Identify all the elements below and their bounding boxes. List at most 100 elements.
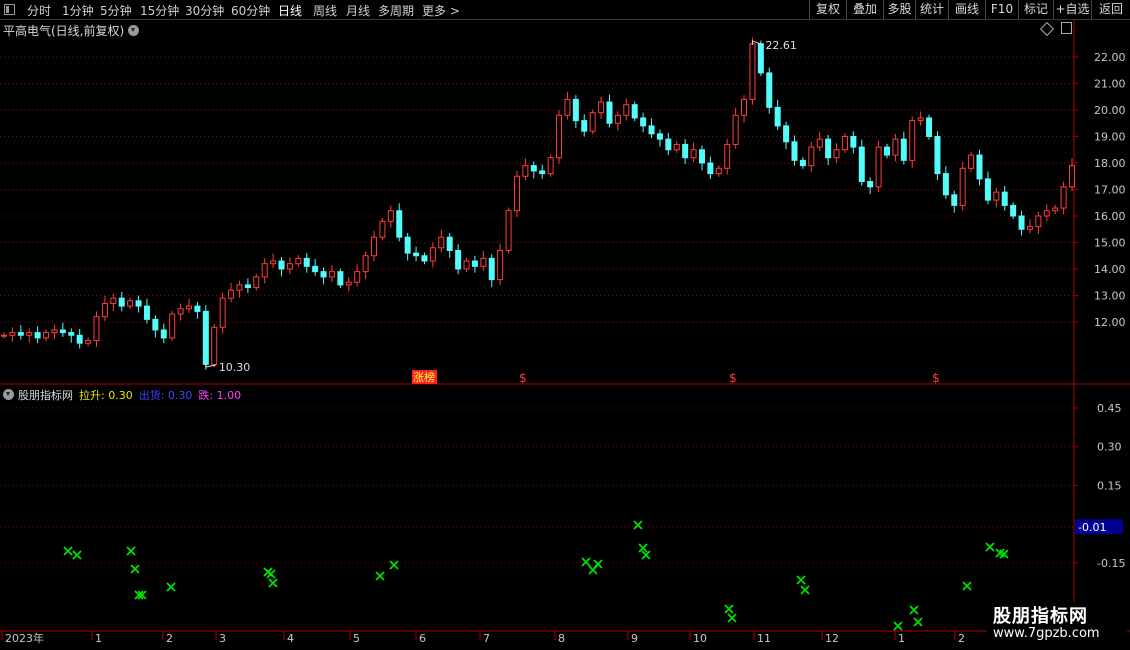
candle-body xyxy=(656,133,663,140)
price-tick-label: 22.00 xyxy=(1094,51,1126,64)
candle-body xyxy=(177,308,184,315)
candle-body xyxy=(799,159,806,167)
back-button[interactable]: 返回 xyxy=(1091,0,1130,19)
candle-body xyxy=(993,191,1000,201)
price-tick-label: 21.00 xyxy=(1094,78,1126,91)
time-tick-label: 1 xyxy=(898,632,905,645)
low-price-label: 10.30 xyxy=(219,361,251,374)
add-watchlist-button[interactable]: +自选 xyxy=(1053,0,1091,19)
chevron-down-icon[interactable] xyxy=(128,25,140,36)
candle-body xyxy=(354,271,361,283)
candle-body xyxy=(93,316,100,342)
candle-body xyxy=(1,334,7,337)
period-tab-5min[interactable]: 5分钟 xyxy=(100,2,132,19)
candle-body xyxy=(841,136,848,151)
candle-body xyxy=(564,98,571,116)
candle-body xyxy=(219,297,226,328)
candle-body xyxy=(429,247,436,262)
f10-button[interactable]: F10 xyxy=(985,0,1018,19)
candle-body xyxy=(505,210,512,251)
candle-body xyxy=(589,112,596,132)
overlay-button[interactable]: 叠加 xyxy=(846,0,883,19)
candle-body xyxy=(455,249,462,270)
signal-cross-mark xyxy=(727,613,737,623)
draw-line-button[interactable]: 画线 xyxy=(948,0,985,19)
price-tick-label: 13.00 xyxy=(1094,290,1126,303)
restore-rights-button[interactable]: 复权 xyxy=(809,0,846,19)
candle-body xyxy=(968,154,975,169)
time-tick-label: 4 xyxy=(287,632,294,645)
chart-canvas[interactable]: 22.00 21.00 20.00 19.00 18.00 17.00 16.00 15.00… xyxy=(0,20,1130,650)
period-tab-30min[interactable]: 30分钟 xyxy=(185,2,224,19)
candle-body xyxy=(1069,165,1075,188)
candle-body xyxy=(976,154,983,180)
candle-body xyxy=(85,340,92,344)
time-tick-label: 1 xyxy=(95,632,102,645)
candle-body xyxy=(892,138,899,156)
time-tick-label: 12 xyxy=(825,632,839,645)
candle-body xyxy=(757,43,764,74)
candle-body xyxy=(379,220,386,238)
candle-body xyxy=(26,332,33,336)
signal-cross-mark xyxy=(63,546,73,556)
signal-cross-mark xyxy=(166,582,176,592)
panel-toggle-icon[interactable] xyxy=(4,4,15,15)
layout-toggle-icon[interactable] xyxy=(1061,22,1072,34)
candle-body xyxy=(934,136,941,175)
candle-body xyxy=(984,178,991,201)
candle-body xyxy=(261,263,268,278)
candle-body xyxy=(76,334,83,344)
time-tick-label: 8 xyxy=(558,632,565,645)
candle-body xyxy=(194,305,201,312)
indicator-tick-label: -0.15 xyxy=(1097,557,1125,570)
candle-body xyxy=(471,260,478,267)
watermark-title: 股朋指标网 xyxy=(993,606,1088,627)
candle-body xyxy=(160,329,167,339)
price-tick-label: 14.00 xyxy=(1094,263,1126,276)
candle-body xyxy=(253,276,260,289)
signal-cross-mark xyxy=(909,605,919,615)
chevron-down-icon[interactable] xyxy=(3,389,14,400)
mark-button[interactable]: 标记 xyxy=(1018,0,1053,19)
candle-body xyxy=(766,72,773,108)
period-tab-multi[interactable]: 多周期 xyxy=(378,2,414,19)
high-price-label: 22.61 xyxy=(765,39,797,52)
candle-body xyxy=(648,125,655,135)
period-tab-weekly[interactable]: 周线 xyxy=(313,2,337,19)
statistics-button[interactable]: 统计 xyxy=(915,0,948,19)
period-tab-60min[interactable]: 60分钟 xyxy=(231,2,270,19)
candle-body xyxy=(9,332,16,336)
signal-s-marker: $ xyxy=(932,371,940,385)
candle-body xyxy=(875,146,882,188)
price-tick-label: 12.00 xyxy=(1094,316,1126,329)
period-tab-monthly[interactable]: 月线 xyxy=(346,2,370,19)
candle-body xyxy=(362,255,369,273)
signal-cross-mark xyxy=(913,617,923,627)
period-tab-fenshi[interactable]: 分时 xyxy=(27,2,51,19)
time-tick-label: 6 xyxy=(419,632,426,645)
candle-body xyxy=(345,281,352,286)
price-tick-label: 16.00 xyxy=(1094,210,1126,223)
period-tab-15min[interactable]: 15分钟 xyxy=(140,2,179,19)
candle-body xyxy=(51,329,58,334)
candle-body xyxy=(682,143,689,159)
candle-body xyxy=(270,260,277,265)
period-tab-daily[interactable]: 日线 xyxy=(278,2,302,19)
candle-body xyxy=(598,101,605,114)
candle-body xyxy=(186,305,193,310)
indicator-legend-item: 跌: 1.00 xyxy=(198,389,242,402)
candle-body xyxy=(951,194,958,206)
indicator-legend-item: 出货: 0.30 xyxy=(138,389,193,402)
multi-stock-button[interactable]: 多股 xyxy=(883,0,915,19)
candle-body xyxy=(909,120,916,161)
candle-body xyxy=(942,173,949,196)
candle-body xyxy=(850,136,857,148)
candle-body xyxy=(1035,215,1042,228)
candle-body xyxy=(110,297,117,304)
candle-body xyxy=(59,329,66,334)
signal-cross-mark xyxy=(962,581,972,591)
candle-body xyxy=(623,104,630,116)
period-tab-more[interactable]: 更多 > xyxy=(422,2,460,19)
period-tab-1min[interactable]: 1分钟 xyxy=(62,2,94,19)
signal-cross-mark xyxy=(581,557,591,567)
